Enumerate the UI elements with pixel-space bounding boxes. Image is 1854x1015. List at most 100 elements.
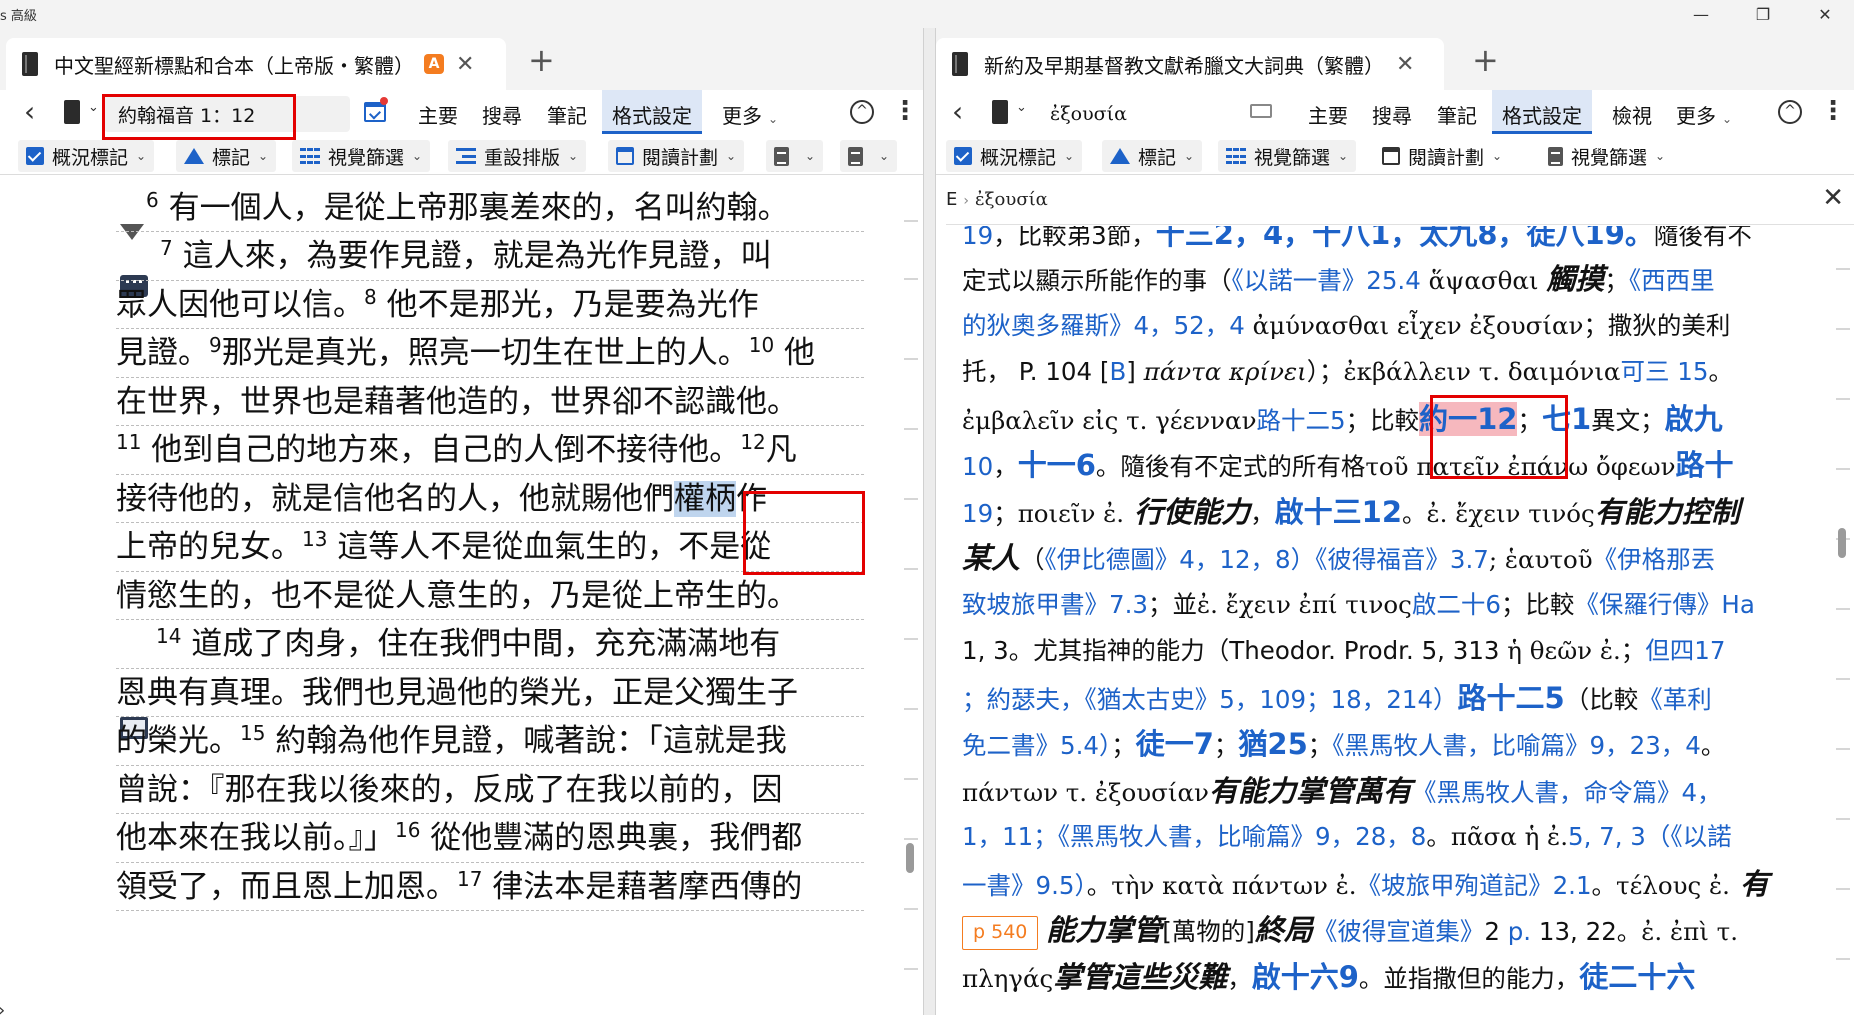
tab-search[interactable]: 搜尋 bbox=[482, 100, 522, 129]
text-line: 眾人因他可以信。8 他不是那光，乃是要為光作 bbox=[116, 281, 864, 329]
lex-line: 19，比較弟3節，十三2，4，十八1，太九8，徒八19。隨後有不 bbox=[962, 226, 1752, 251]
resource-badge: A bbox=[424, 54, 444, 74]
reading-plan-button[interactable]: 閱讀計劃 ⌄ bbox=[608, 140, 745, 172]
document-icon bbox=[774, 146, 789, 166]
annotation-box-word bbox=[743, 491, 865, 575]
tab-more[interactable]: 更多 ⌄ bbox=[1676, 100, 1732, 129]
page-options-button[interactable]: ⌄ bbox=[840, 140, 898, 172]
tab-bible[interactable]: 中文聖經新標點和合本（上帝版・繁體） A ✕ bbox=[6, 38, 506, 90]
check-box-icon bbox=[26, 147, 44, 165]
highlight-button[interactable]: 標記 ⌄ bbox=[1102, 140, 1203, 172]
highlight-triangle-icon bbox=[1110, 148, 1130, 164]
tab-lexicon[interactable]: 新約及早期基督教文獻希臘文大詞典（繁體） ✕ bbox=[936, 38, 1444, 90]
tab-title: 新約及早期基督教文獻希臘文大詞典（繁體） bbox=[984, 53, 1384, 78]
right-scrollbar[interactable] bbox=[1832, 28, 1852, 1015]
tab-title: 中文聖經新標點和合本（上帝版・繁體） bbox=[54, 53, 414, 78]
text-line: 情慾生的，也不是從人意生的，乃是從上帝生的。 bbox=[116, 572, 864, 620]
notification-dot-icon bbox=[380, 97, 388, 105]
right-tabstrip: 新約及早期基督教文獻希臘文大詞典（繁體） ✕ + bbox=[936, 28, 1854, 90]
visual-filter-button[interactable]: 視覺篩選 ⌄ bbox=[1218, 140, 1357, 172]
new-tab-icon[interactable]: + bbox=[1472, 44, 1499, 76]
selected-word[interactable]: 權柄 bbox=[674, 480, 736, 517]
left-tabstrip: 中文聖經新標點和合本（上帝版・繁體） A ✕ + bbox=[0, 28, 923, 90]
keyboard-icon[interactable] bbox=[1250, 104, 1272, 118]
breadcrumb-current[interactable]: ἐξουσία bbox=[975, 189, 1048, 210]
lex-line: 的狄奧多羅斯》4，52，4 ἀμύνασθαι εἶχεν ἐξουσίαν；撒… bbox=[962, 310, 1731, 340]
resource-icon[interactable] bbox=[992, 100, 1008, 124]
right-nav-row: ‹ ⌄ ἐξουσία 主要 搜尋 筆記 格式設定 檢視 更多 ⌄ ^ ⋮ bbox=[936, 90, 1854, 134]
left-scrollbar[interactable] bbox=[900, 28, 920, 1015]
back-icon[interactable]: ‹ bbox=[952, 98, 963, 126]
scroll-thumb[interactable] bbox=[906, 843, 914, 873]
highlight-button[interactable]: 標記 ⌄ bbox=[176, 140, 277, 172]
pane-divider[interactable] bbox=[924, 28, 936, 1015]
document-icon bbox=[1548, 146, 1563, 166]
lex-line: 定式以顯示所能作的事（《以諾一書》25.4 ἅψασθαι 觸摸；《西西里 bbox=[962, 262, 1715, 296]
scroll-up-icon[interactable]: ^ bbox=[850, 100, 874, 124]
visual-filter-doc-button[interactable]: 視覺篩選 ⌄ bbox=[1540, 140, 1674, 172]
text-line: 在世界，世界也是藉著他造的，世界卻不認識他。 bbox=[116, 378, 864, 426]
tab-main[interactable]: 主要 bbox=[418, 100, 458, 129]
page-marker[interactable]: p 540 bbox=[962, 916, 1039, 950]
lexicon-pane: 新約及早期基督教文獻希臘文大詞典（繁體） ✕ + ‹ ⌄ ἐξουσία 主要 … bbox=[936, 28, 1854, 1015]
text-line: 14 道成了肉身，住在我們中間，充充滿滿地有 bbox=[116, 620, 864, 669]
book-icon bbox=[952, 52, 968, 76]
text-line: 的榮光。15 約翰為他作見證，喊著說：「這就是我 bbox=[116, 717, 864, 766]
tab-notes[interactable]: 筆記 bbox=[1437, 100, 1477, 129]
chevron-down-icon: ⌄ bbox=[1722, 112, 1733, 126]
text-line: 7 這人來，為要作見證，就是為光作見證，叫 bbox=[116, 232, 864, 281]
scroll-up-icon[interactable]: ^ bbox=[1778, 100, 1802, 124]
expand-sidebar-icon[interactable]: › bbox=[0, 1000, 5, 1015]
chevron-down-icon[interactable]: ⌄ bbox=[1016, 100, 1027, 115]
book-icon bbox=[22, 52, 38, 76]
visual-filter-icon bbox=[1226, 148, 1246, 164]
tab-format[interactable]: 格式設定 bbox=[1492, 90, 1592, 134]
close-window-button[interactable]: ✕ bbox=[1802, 0, 1848, 28]
tab-more[interactable]: 更多 ⌄ bbox=[722, 100, 778, 129]
lex-line: 某人（《伊比德圖》4，12，8）《彼得福音》3.7; ἑαυτοῦ《伊格那丟 bbox=[962, 541, 1716, 575]
text-line: 11 他到自己的地方來，自己的人倒不接待他。12凡 bbox=[116, 426, 864, 475]
lex-line: 一書》9.5）。τὴν κατὰ πάντων ἐ.《坡旅甲殉道記》2.1。τέ… bbox=[962, 866, 1770, 901]
text-line: 6 有一個人，是從上帝那裏差來的，名叫約翰。 bbox=[116, 178, 864, 232]
tab-search[interactable]: 搜尋 bbox=[1372, 100, 1412, 129]
breadcrumb-root[interactable]: E bbox=[946, 189, 957, 210]
visual-filter-button[interactable]: 視覺篩選 ⌄ bbox=[292, 140, 431, 172]
calendar-icon bbox=[616, 147, 634, 165]
bible-pane: 中文聖經新標點和合本（上帝版・繁體） A ✕ + ‹ ⌄ 約翰福音 1：12 主… bbox=[0, 28, 924, 1015]
chevron-down-icon[interactable]: ⌄ bbox=[88, 100, 99, 115]
text-line: 恩典有真理。我們也見過他的榮光，正是父獨生子 bbox=[116, 669, 864, 717]
scroll-thumb[interactable] bbox=[1838, 528, 1846, 558]
reflow-icon bbox=[456, 148, 476, 164]
new-tab-icon[interactable]: + bbox=[528, 44, 555, 76]
lex-line: 19；ποιεῖν ἐ. 行使能力，啟十三12。ἐ. ἔχειν τινός有能… bbox=[962, 494, 1740, 529]
reading-plan-button[interactable]: 閱讀計劃 ⌄ bbox=[1374, 140, 1511, 172]
right-toolbar: ‹ ⌄ ἐξουσία 主要 搜尋 筆記 格式設定 檢視 更多 ⌄ ^ ⋮ 概況標… bbox=[936, 90, 1854, 175]
left-toolbar: ‹ ⌄ 約翰福音 1：12 主要 搜尋 筆記 格式設定 更多 ⌄ ^ ⋮ 概況標記… bbox=[0, 90, 923, 175]
breadcrumb-separator: › bbox=[963, 193, 969, 209]
lex-line: ἐμβαλεῖν εἰς τ. γέενναν路十二5；比較約一12；七1異文；… bbox=[962, 401, 1723, 436]
lexicon-entry[interactable]: 19，比較弟3節，十三2，4，十八1，太九8，徒八19。隨後有不 定式以顯示所能… bbox=[962, 226, 1828, 1000]
minimize-button[interactable]: — bbox=[1678, 0, 1724, 28]
tab-main[interactable]: 主要 bbox=[1308, 100, 1348, 129]
lex-line: 免二書》5.4）；徒一7；猶25；《黑馬牧人書，比喻篇》9，23，4。 bbox=[962, 727, 1726, 761]
back-icon[interactable]: ‹ bbox=[24, 98, 35, 126]
window-title: s 高級 bbox=[0, 9, 37, 24]
resource-icon[interactable] bbox=[64, 100, 80, 124]
outline-markup-button[interactable]: 概況標記 ⌄ bbox=[946, 140, 1083, 172]
close-tab-icon[interactable]: ✕ bbox=[1396, 52, 1414, 77]
layout-button[interactable]: ⌄ bbox=[766, 140, 824, 172]
chevron-down-icon: ⌄ bbox=[768, 112, 779, 126]
tab-notes[interactable]: 筆記 bbox=[547, 100, 587, 129]
close-tab-icon[interactable]: ✕ bbox=[456, 52, 474, 77]
lex-line: p 540 能力掌管[萬物的]終局《彼得宣道集》2 p. 13, 22。ἐ. ἐ… bbox=[962, 907, 1828, 954]
lex-line: 托， P. 104 [B] πάντα κρίνει）；ἐκβάλλειν τ.… bbox=[962, 357, 1733, 386]
highlight-triangle-icon bbox=[184, 148, 204, 164]
tab-format[interactable]: 格式設定 bbox=[602, 90, 702, 134]
lex-line: πληγάς掌管這些災難，啟十六9。並指撒但的能力，徒二十六 bbox=[962, 959, 1696, 994]
maximize-button[interactable]: ❐ bbox=[1740, 0, 1786, 28]
outline-markup-button[interactable]: 概況標記 ⌄ bbox=[18, 140, 155, 172]
tab-view[interactable]: 檢視 bbox=[1612, 100, 1652, 129]
reading-plan-icon[interactable] bbox=[364, 102, 386, 122]
annotation-box-reference-link bbox=[1430, 395, 1568, 479]
reflow-button[interactable]: 重設排版 ⌄ bbox=[448, 140, 587, 172]
